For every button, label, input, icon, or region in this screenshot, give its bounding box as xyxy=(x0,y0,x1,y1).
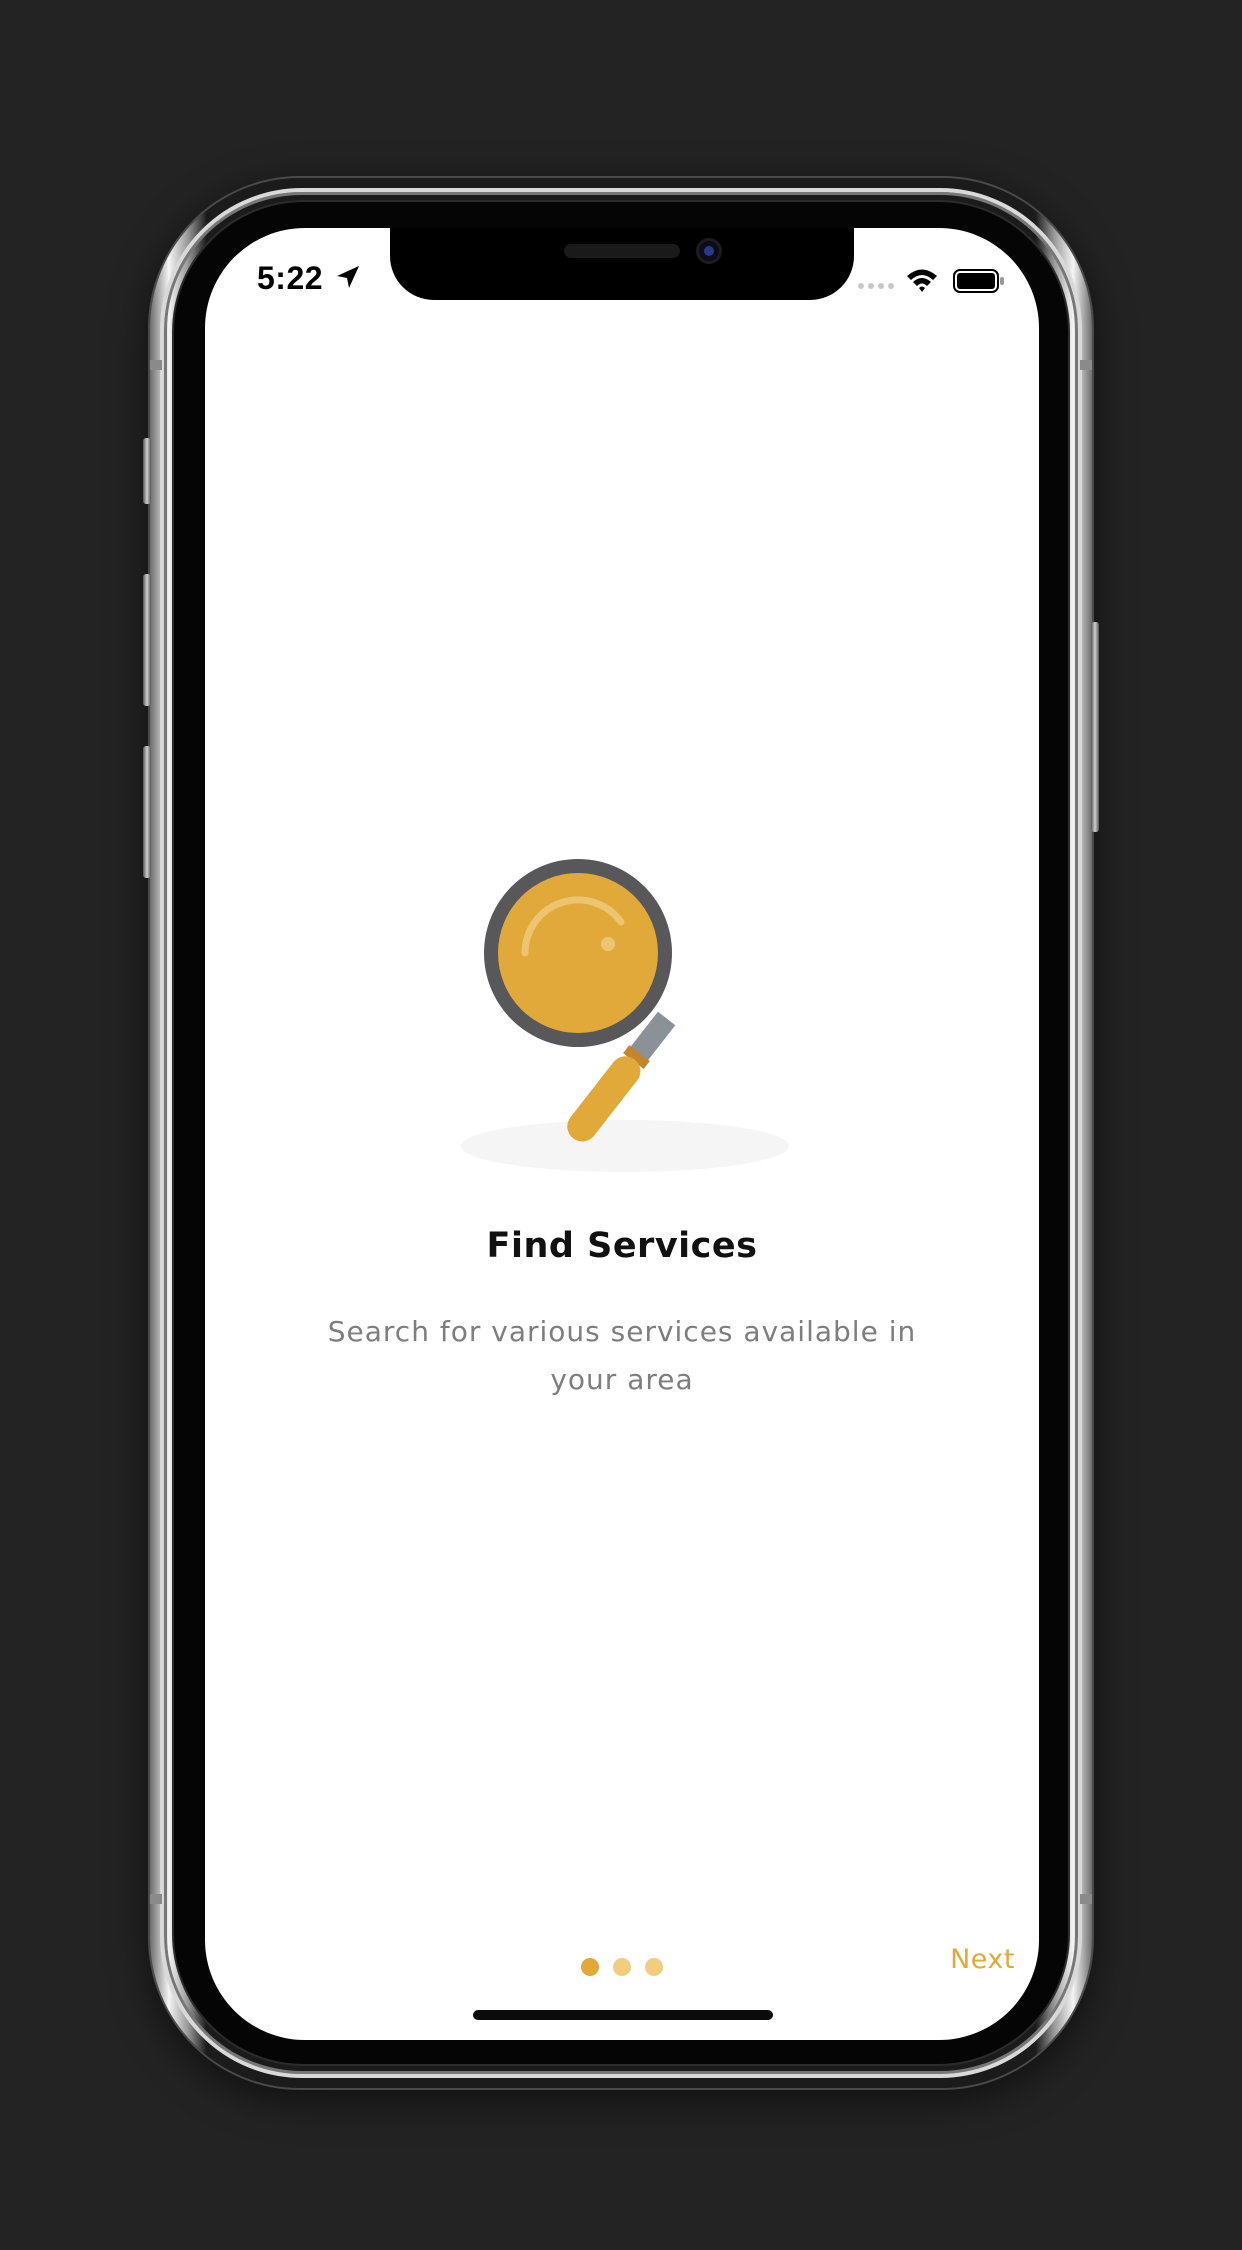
volume-up-button xyxy=(143,574,151,706)
status-time: 5:22 xyxy=(257,260,324,296)
home-indicator[interactable] xyxy=(473,2010,773,2020)
phone-screen: 5:22 Find Services Search for various se… xyxy=(205,228,1039,2040)
magnifying-glass-icon xyxy=(461,859,789,1172)
wifi-icon xyxy=(907,269,937,292)
antenna-band xyxy=(1080,1894,1092,1904)
cellular-signal-icon xyxy=(858,283,894,289)
antenna-band xyxy=(1080,360,1092,370)
volume-down-button xyxy=(143,746,151,878)
notch xyxy=(390,228,854,300)
page-dot[interactable] xyxy=(645,1958,663,1976)
page-dot[interactable] xyxy=(613,1958,631,1976)
onboarding-description: Search for various services available in… xyxy=(327,1315,917,1396)
page-indicator xyxy=(581,1958,663,1976)
antenna-band xyxy=(150,1894,162,1904)
next-button[interactable]: Next xyxy=(875,1944,1015,1994)
front-camera xyxy=(696,238,722,264)
earpiece-speaker xyxy=(564,244,680,258)
power-button xyxy=(1091,622,1099,832)
device-stage: 5:22 Find Services Search for various se… xyxy=(0,0,1242,2250)
battery-icon xyxy=(953,269,1004,293)
onboarding-title: Find Services xyxy=(486,1226,758,1266)
location-arrow-icon xyxy=(337,266,359,288)
silent-switch xyxy=(143,438,151,504)
antenna-band xyxy=(150,360,162,370)
page-dot-active[interactable] xyxy=(581,1958,599,1976)
